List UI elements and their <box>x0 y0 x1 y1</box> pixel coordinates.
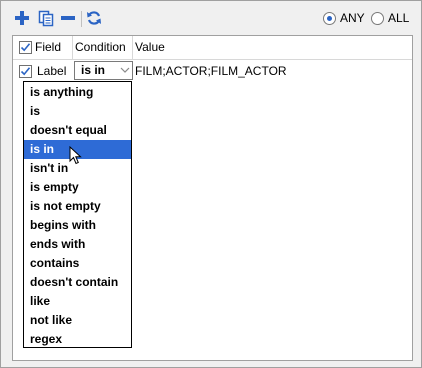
dropdown-option[interactable]: regex <box>24 330 131 349</box>
dropdown-option[interactable]: doesn't contain <box>24 273 131 292</box>
header-checkbox[interactable] <box>19 41 32 54</box>
header-value[interactable]: Value <box>135 36 165 59</box>
row-checkbox[interactable] <box>19 65 32 78</box>
dropdown-option[interactable]: not like <box>24 311 131 330</box>
table-row[interactable]: Label is in FILM;ACTOR;FILM_ACTOR <box>13 60 412 82</box>
dropdown-option[interactable]: contains <box>24 254 131 273</box>
dropdown-option[interactable]: like <box>24 292 131 311</box>
dropdown-option[interactable]: doesn't equal <box>24 121 131 140</box>
dropdown-option[interactable]: ends with <box>24 235 131 254</box>
filter-panel: ANY ALL Field Condition Value Label is i… <box>0 0 422 368</box>
toolbar-separator <box>81 11 82 27</box>
dropdown-option[interactable]: is not empty <box>24 197 131 216</box>
header-field[interactable]: Field <box>35 36 61 59</box>
copy-icon[interactable] <box>37 9 55 27</box>
row-field[interactable]: Label <box>37 60 66 82</box>
header-condition[interactable]: Condition <box>75 36 126 59</box>
dropdown-option[interactable]: isn't in <box>24 159 131 178</box>
radio-any[interactable]: ANY <box>323 10 365 26</box>
dropdown-option-selected[interactable]: is in <box>24 140 131 159</box>
condition-combo-value: is in <box>81 63 106 77</box>
condition-dropdown-list: is anything is doesn't equal is in isn't… <box>23 81 132 348</box>
condition-combo[interactable]: is in <box>74 61 133 80</box>
dropdown-option[interactable]: is anything <box>24 83 131 102</box>
dropdown-option[interactable]: begins with <box>24 216 131 235</box>
radio-any-indicator <box>323 11 336 25</box>
dropdown-option[interactable]: is empty <box>24 178 131 197</box>
refresh-icon[interactable] <box>85 9 103 27</box>
header-divider <box>132 36 133 59</box>
radio-all-label: ALL <box>388 11 410 25</box>
radio-all[interactable]: ALL <box>371 10 409 26</box>
minus-icon[interactable] <box>59 9 77 27</box>
dropdown-option[interactable]: is <box>24 102 131 121</box>
plus-icon[interactable] <box>13 9 31 27</box>
row-value[interactable]: FILM;ACTOR;FILM_ACTOR <box>135 60 287 82</box>
header-divider <box>72 36 73 59</box>
chevron-down-icon[interactable] <box>120 62 130 79</box>
radio-any-label: ANY <box>340 11 365 25</box>
grid-header: Field Condition Value <box>13 36 412 60</box>
radio-all-indicator <box>371 11 384 25</box>
